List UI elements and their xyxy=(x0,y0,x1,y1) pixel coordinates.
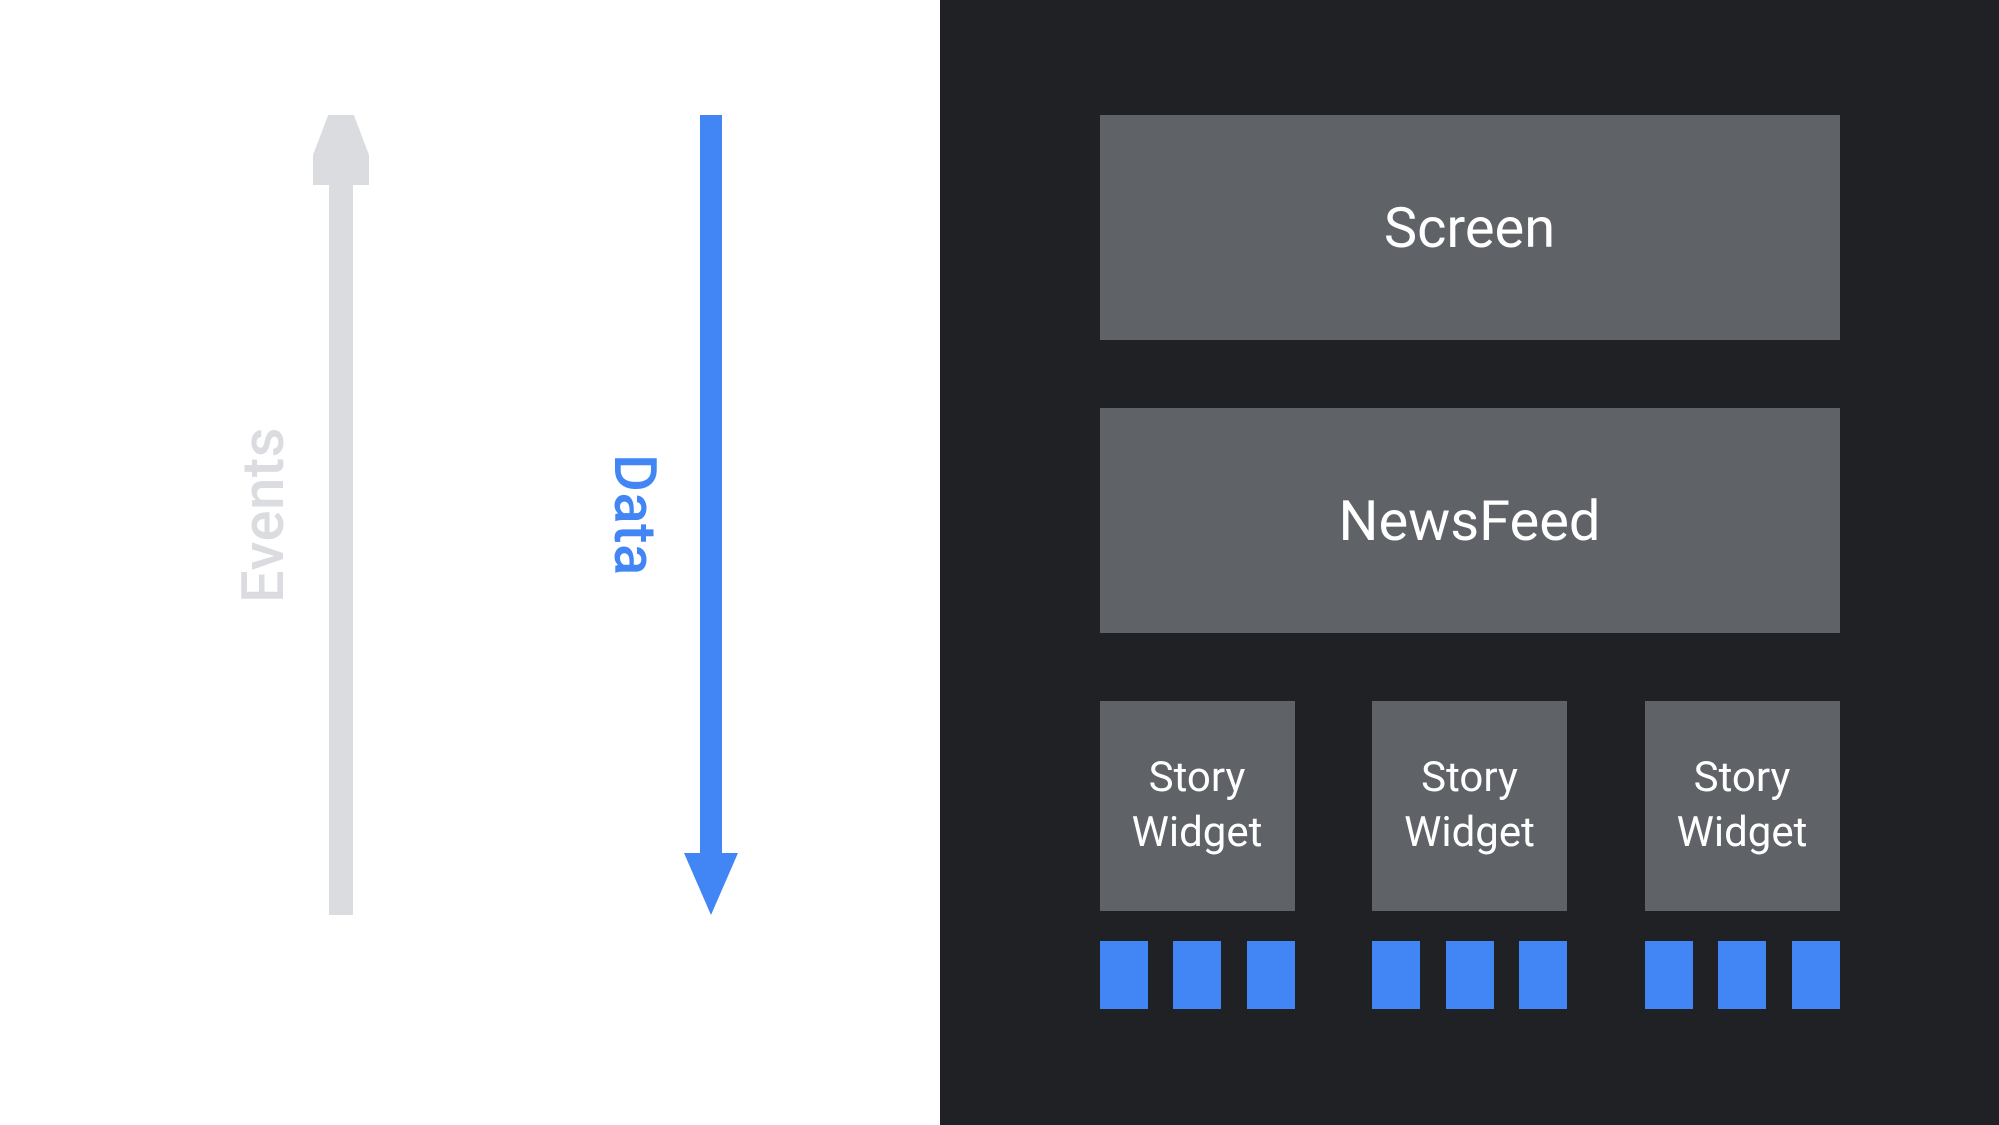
leaf-group xyxy=(1645,941,1840,1009)
leaf-group xyxy=(1372,941,1567,1009)
newsfeed-label: NewsFeed xyxy=(1339,488,1601,554)
data-label: Data xyxy=(600,454,668,576)
newsfeed-box: NewsFeed xyxy=(1100,408,1840,633)
events-label: Events xyxy=(230,427,298,603)
widgets-row: StoryWidget StoryWidget StoryWidget xyxy=(1100,701,1840,911)
leaf-box xyxy=(1247,941,1295,1009)
story-widget-label: StoryWidget xyxy=(1404,751,1535,860)
leaf-boxes-row xyxy=(1100,941,1840,1009)
leaf-box xyxy=(1372,941,1420,1009)
leaf-box xyxy=(1519,941,1567,1009)
arrow-up-icon xyxy=(313,115,369,915)
leaf-box xyxy=(1792,941,1840,1009)
leaf-box xyxy=(1718,941,1766,1009)
right-panel: Screen NewsFeed StoryWidget StoryWidget … xyxy=(940,0,1999,1125)
data-arrow-group: Data xyxy=(600,115,739,915)
leaf-box xyxy=(1446,941,1494,1009)
leaf-group xyxy=(1100,941,1295,1009)
story-widget-box: StoryWidget xyxy=(1100,701,1295,911)
story-widget-label: StoryWidget xyxy=(1132,751,1263,860)
screen-label: Screen xyxy=(1384,195,1555,261)
screen-box: Screen xyxy=(1100,115,1840,340)
story-widget-label: StoryWidget xyxy=(1677,751,1808,860)
story-widget-box: StoryWidget xyxy=(1372,701,1567,911)
story-widget-box: StoryWidget xyxy=(1645,701,1840,911)
left-panel: Events Data xyxy=(0,0,940,1125)
arrow-down-icon xyxy=(683,115,739,915)
leaf-box xyxy=(1173,941,1221,1009)
leaf-box xyxy=(1100,941,1148,1009)
leaf-box xyxy=(1645,941,1693,1009)
events-arrow-group: Events xyxy=(230,115,369,915)
